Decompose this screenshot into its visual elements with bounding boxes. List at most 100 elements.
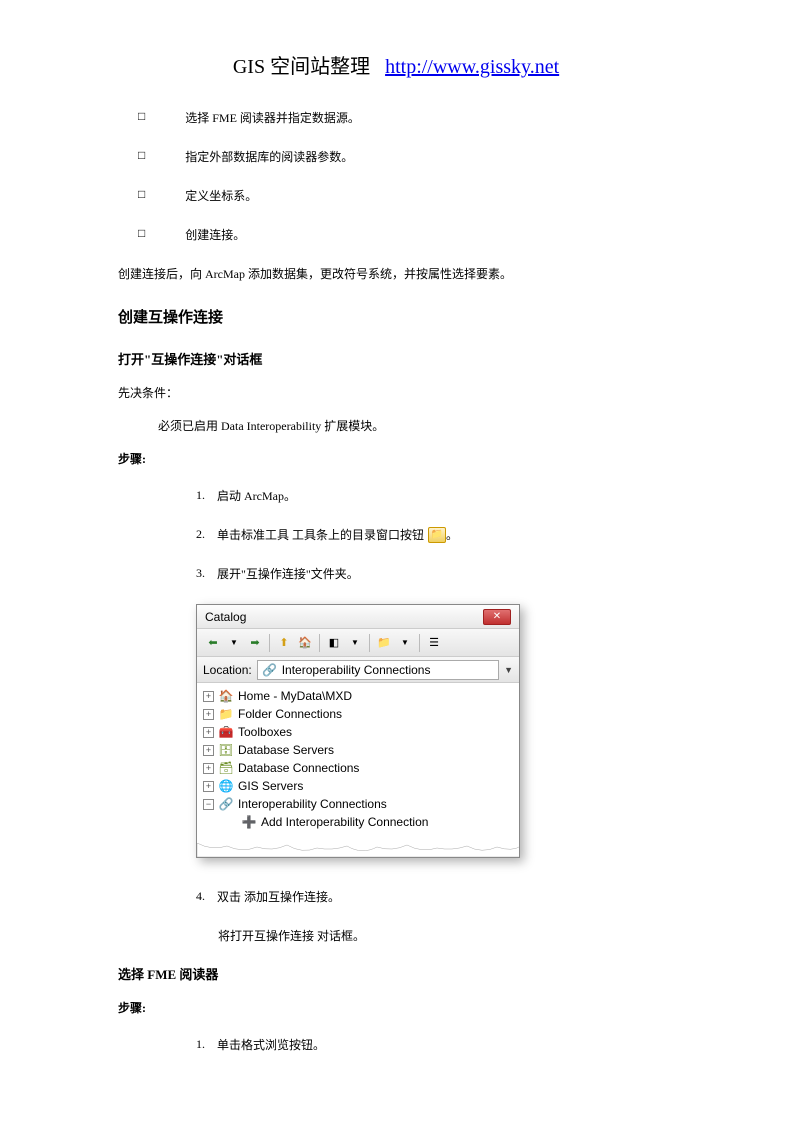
- location-label: Location:: [203, 663, 252, 677]
- paragraph: 创建连接后，向 ArcMap 添加数据集，更改符号系统，并按属性选择要素。: [118, 265, 674, 284]
- tree-label: Database Connections: [238, 761, 359, 775]
- steps-label: 步骤:: [118, 450, 674, 467]
- tree-item-toolboxes[interactable]: + 🧰 Toolboxes: [203, 723, 513, 741]
- document-page: GIS 空间站整理 http://www.gissky.net □ 选择 FME…: [0, 0, 792, 1125]
- bullet-item: □ 选择 FME 阅读器并指定数据源。: [118, 109, 674, 126]
- interop-icon: 🔗: [262, 663, 278, 677]
- subsection-heading: 打开"互操作连接"对话框: [118, 349, 674, 368]
- steps-label: 步骤:: [118, 999, 674, 1016]
- tree-item-dbconn[interactable]: + 🗃 Database Connections: [203, 759, 513, 777]
- toggle-icon[interactable]: ◧: [324, 633, 344, 653]
- step-item: 1. 单击格式浏览按钮。: [196, 1036, 674, 1053]
- step-text: 展开"互操作连接"文件夹。: [217, 565, 359, 582]
- bullet-text: 创建连接。: [185, 226, 245, 243]
- step-subtext: 将打开互操作连接 对话框。: [218, 927, 674, 944]
- expand-icon[interactable]: +: [203, 763, 214, 774]
- bullet-item: □ 指定外部数据库的阅读器参数。: [118, 148, 674, 165]
- back-icon[interactable]: ⬅: [203, 633, 223, 653]
- location-value: Interoperability Connections: [282, 663, 431, 677]
- interop-add-icon: ➕: [241, 815, 257, 829]
- catalog-window-icon: 📁: [428, 527, 446, 543]
- tree-label: Home - MyData\MXD: [238, 689, 352, 703]
- options-icon[interactable]: ☰: [424, 633, 444, 653]
- gis-server-icon: 🌐: [218, 779, 234, 793]
- dropdown-icon[interactable]: ▼: [224, 633, 244, 653]
- step-text-end: 。: [446, 526, 458, 543]
- close-icon[interactable]: ✕: [483, 609, 511, 625]
- bullet-text: 定义坐标系。: [185, 187, 257, 204]
- torn-edge-decoration: [197, 843, 519, 857]
- tree-label: GIS Servers: [238, 779, 303, 793]
- step-text: 单击标准工具 工具条上的目录窗口按钮: [217, 526, 424, 543]
- step-text: 双击 添加互操作连接。: [217, 888, 340, 905]
- expand-icon[interactable]: +: [203, 691, 214, 702]
- step-item: 4. 双击 添加互操作连接。: [196, 888, 674, 905]
- bullet-marker: □: [138, 148, 145, 165]
- page-header: GIS 空间站整理 http://www.gissky.net: [118, 50, 674, 79]
- forward-icon[interactable]: ➡: [245, 633, 265, 653]
- step-item: 3. 展开"互操作连接"文件夹。: [196, 565, 674, 582]
- interop-icon: 🔗: [218, 797, 234, 811]
- tree-item-home[interactable]: + 🏠 Home - MyData\MXD: [203, 687, 513, 705]
- tree-item-interop[interactable]: − 🔗 Interoperability Connections: [203, 795, 513, 813]
- site-name: GIS 空间站整理: [233, 56, 370, 78]
- tree-label: Add Interoperability Connection: [261, 815, 428, 829]
- separator: [369, 634, 370, 652]
- bullet-text: 指定外部数据库的阅读器参数。: [185, 148, 353, 165]
- catalog-screenshot: Catalog ✕ ⬅ ▼ ➡ ⬆ 🏠 ◧ ▼ 📁 ▼ ☰ Location: [196, 604, 674, 858]
- catalog-title-text: Catalog: [205, 610, 246, 624]
- step-number: 2.: [196, 527, 205, 542]
- bullet-text: 选择 FME 阅读器并指定数据源。: [185, 109, 360, 126]
- folder-icon: 📁: [218, 707, 234, 721]
- separator: [419, 634, 420, 652]
- step-number: 3.: [196, 566, 205, 581]
- separator: [269, 634, 270, 652]
- dropdown-icon[interactable]: ▼: [504, 665, 513, 675]
- step-item: 2. 单击标准工具 工具条上的目录窗口按钮 📁 。: [196, 526, 674, 543]
- tree-item-folders[interactable]: + 📁 Folder Connections: [203, 705, 513, 723]
- bullet-marker: □: [138, 226, 145, 243]
- tree-label: Database Servers: [238, 743, 334, 757]
- database-connection-icon: 🗃: [218, 761, 234, 775]
- tree-item-gisservers[interactable]: + 🌐 GIS Servers: [203, 777, 513, 795]
- bullet-marker: □: [138, 109, 145, 126]
- location-input[interactable]: 🔗 Interoperability Connections: [257, 660, 499, 680]
- tree-label: Toolboxes: [238, 725, 292, 739]
- tree-label: Interoperability Connections: [238, 797, 387, 811]
- catalog-toolbar: ⬅ ▼ ➡ ⬆ 🏠 ◧ ▼ 📁 ▼ ☰: [197, 629, 519, 657]
- bullet-item: □ 创建连接。: [118, 226, 674, 243]
- toolbox-icon: 🧰: [218, 725, 234, 739]
- bullet-marker: □: [138, 187, 145, 204]
- site-link[interactable]: http://www.gissky.net: [385, 56, 559, 78]
- up-icon[interactable]: ⬆: [274, 633, 294, 653]
- tree-item-add-interop[interactable]: ➕ Add Interoperability Connection: [203, 813, 513, 831]
- expand-icon[interactable]: +: [203, 727, 214, 738]
- folder-home-icon: 🏠: [218, 689, 234, 703]
- step-text: 启动 ArcMap。: [217, 487, 296, 504]
- catalog-titlebar: Catalog ✕: [197, 605, 519, 629]
- expand-icon[interactable]: +: [203, 745, 214, 756]
- tree-label: Folder Connections: [238, 707, 342, 721]
- dropdown-icon[interactable]: ▼: [395, 633, 415, 653]
- catalog-tree: + 🏠 Home - MyData\MXD + 📁 Folder Connect…: [197, 683, 519, 843]
- home-icon[interactable]: 🏠: [295, 633, 315, 653]
- catalog-window: Catalog ✕ ⬅ ▼ ➡ ⬆ 🏠 ◧ ▼ 📁 ▼ ☰ Location: [196, 604, 520, 858]
- tree-item-dbservers[interactable]: + 🗄 Database Servers: [203, 741, 513, 759]
- section-heading: 创建互操作连接: [118, 306, 674, 327]
- prereq-text: 必须已启用 Data Interoperability 扩展模块。: [158, 417, 674, 434]
- expand-icon[interactable]: +: [203, 781, 214, 792]
- bullet-item: □ 定义坐标系。: [118, 187, 674, 204]
- database-server-icon: 🗄: [218, 743, 234, 757]
- step-text: 单击格式浏览按钮。: [217, 1036, 325, 1053]
- connect-folder-icon[interactable]: 📁: [374, 633, 394, 653]
- dropdown-icon[interactable]: ▼: [345, 633, 365, 653]
- step-item: 1. 启动 ArcMap。: [196, 487, 674, 504]
- separator: [319, 634, 320, 652]
- step-number: 4.: [196, 889, 205, 904]
- step-number: 1.: [196, 1037, 205, 1052]
- collapse-icon[interactable]: −: [203, 799, 214, 810]
- subsection-heading: 选择 FME 阅读器: [118, 964, 674, 983]
- prereq-label: 先决条件：: [118, 384, 674, 401]
- expand-icon[interactable]: +: [203, 709, 214, 720]
- step-number: 1.: [196, 488, 205, 503]
